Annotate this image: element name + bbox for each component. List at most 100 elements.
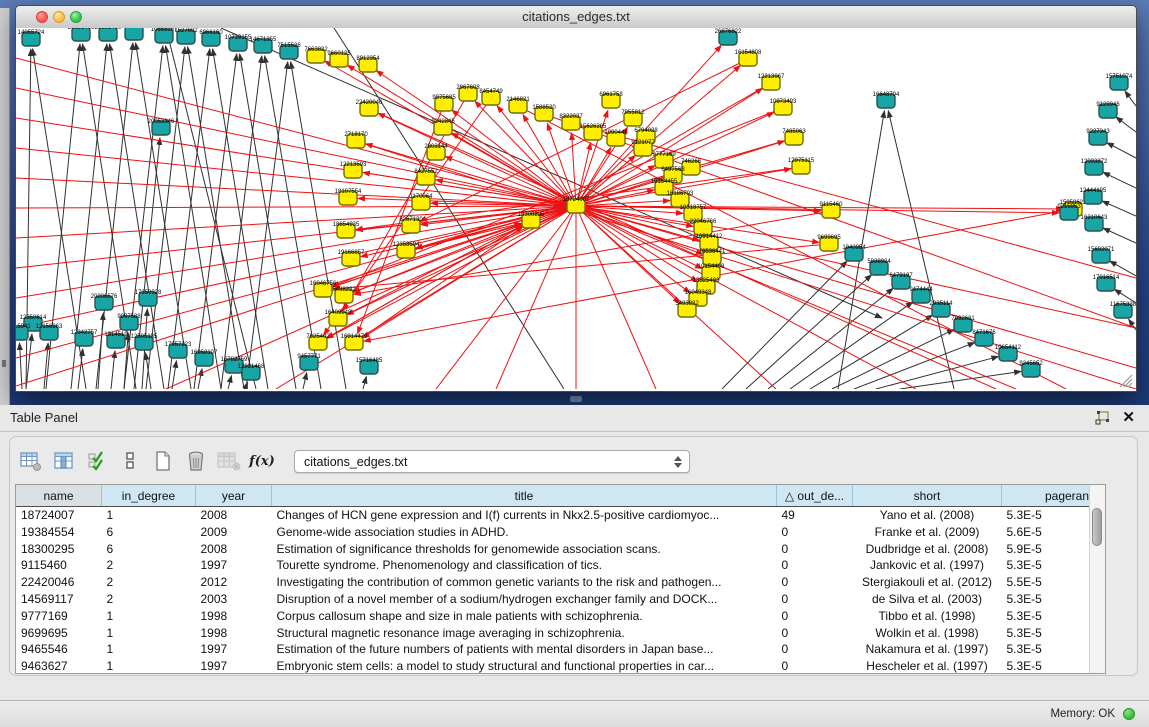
column-header-name[interactable]: name bbox=[16, 485, 102, 507]
network-node[interactable]: 15716485 bbox=[356, 358, 383, 374]
close-panel-icon[interactable]: ✕ bbox=[1122, 408, 1135, 426]
new-attribute-icon[interactable] bbox=[148, 446, 178, 476]
network-canvas[interactable]: 1872400718300295161548081221396710973493… bbox=[16, 28, 1136, 391]
network-node[interactable]: 2935114 bbox=[930, 301, 954, 317]
network-node[interactable]: 19166857 bbox=[338, 250, 365, 266]
network-node[interactable]: 12213967 bbox=[758, 74, 785, 90]
network-node[interactable]: 15751074 bbox=[1106, 74, 1133, 90]
network-node[interactable]: 8912354 bbox=[356, 56, 380, 72]
network-node[interactable]: 26876822 bbox=[715, 29, 742, 45]
network-node[interactable]: 17957223 bbox=[165, 342, 192, 358]
column-header-year[interactable]: year bbox=[196, 485, 272, 507]
network-node[interactable]: 16958107 bbox=[191, 350, 218, 366]
network-node[interactable]: 1040954 bbox=[842, 245, 866, 261]
network-node[interactable]: 12975115 bbox=[788, 158, 815, 174]
network-node[interactable]: 3915941 bbox=[16, 324, 31, 340]
network-node[interactable]: 1170064 bbox=[410, 194, 434, 210]
network-node[interactable]: 8427552 bbox=[414, 169, 438, 185]
network-node[interactable]: 9242845 bbox=[431, 119, 455, 135]
network-node[interactable]: 20891409 bbox=[95, 28, 122, 41]
network-node[interactable]: 12156863 bbox=[36, 324, 63, 340]
column-header-in_degree[interactable]: in_degree bbox=[102, 485, 196, 507]
network-node[interactable]: 9245652 bbox=[1019, 361, 1043, 377]
select-columns-icon[interactable] bbox=[49, 446, 79, 476]
network-node[interactable]: 7515526 bbox=[277, 43, 301, 59]
network-node[interactable]: 10719155 bbox=[225, 35, 252, 51]
network-node[interactable]: 5498222 bbox=[332, 287, 356, 303]
function-builder-icon[interactable]: f(x) bbox=[247, 446, 277, 476]
minimize-window-button[interactable] bbox=[53, 11, 65, 23]
network-node[interactable]: 6966160 bbox=[199, 30, 223, 46]
table-row[interactable]: 1456911722003Disruption of a novel membe… bbox=[16, 591, 1106, 608]
close-window-button[interactable] bbox=[36, 11, 48, 23]
network-node[interactable]: 9875685 bbox=[432, 95, 456, 111]
network-node[interactable]: 5938924 bbox=[867, 259, 891, 275]
network-node[interactable]: 16648794 bbox=[873, 92, 900, 108]
network-node[interactable]: 10553287 bbox=[121, 28, 148, 40]
select-attributes-icon[interactable] bbox=[82, 446, 112, 476]
network-node[interactable]: 8322037 bbox=[559, 114, 583, 130]
network-node[interactable]: 1588520 bbox=[532, 105, 556, 121]
network-node[interactable]: 10654112 bbox=[995, 345, 1022, 361]
network-graph[interactable]: 1872400718300295161548081221396710973493… bbox=[16, 28, 1136, 389]
network-node[interactable]: 16409948 bbox=[325, 310, 352, 326]
table-scrollbar[interactable] bbox=[1089, 485, 1105, 673]
table-row[interactable]: 977716911998Corpus callosum shape and si… bbox=[16, 608, 1106, 625]
network-node[interactable]: 20206576 bbox=[91, 294, 118, 310]
network-node[interactable]: 10973493 bbox=[770, 99, 797, 115]
network-node[interactable]: 16154808 bbox=[735, 50, 762, 66]
network-node[interactable]: 7485063 bbox=[782, 129, 806, 145]
float-panel-icon[interactable] bbox=[1095, 410, 1111, 426]
network-node[interactable]: 1527602 bbox=[174, 28, 198, 44]
network-node[interactable]: 6961758 bbox=[599, 92, 623, 108]
network-node[interactable]: 9457771 bbox=[297, 354, 321, 370]
network-node[interactable]: 7955812 bbox=[621, 110, 645, 126]
window-resize-grip[interactable] bbox=[1124, 379, 1132, 387]
zoom-window-button[interactable] bbox=[70, 11, 82, 23]
network-node[interactable]: 1314519 bbox=[104, 332, 128, 348]
column-header-short[interactable]: short bbox=[853, 485, 1002, 507]
network-node[interactable]: 7625402 bbox=[306, 334, 330, 350]
network-node[interactable]: 12213593 bbox=[340, 162, 367, 178]
network-node[interactable]: 9660125 bbox=[327, 51, 351, 67]
network-node[interactable]: 14055724 bbox=[18, 30, 45, 46]
network-node[interactable]: 18107554 bbox=[335, 189, 362, 205]
network-node[interactable]: 12921468 bbox=[238, 364, 265, 380]
network-node[interactable]: 2146821 bbox=[506, 97, 530, 113]
network-node[interactable]: 5493822 bbox=[675, 301, 699, 317]
network-node[interactable]: 12342757 bbox=[71, 330, 98, 346]
table-select[interactable]: citations_edges.txt bbox=[294, 450, 690, 473]
network-node[interactable]: 9097588 bbox=[117, 314, 141, 330]
delete-attribute-icon[interactable] bbox=[181, 446, 211, 476]
network-node[interactable]: 1990448 bbox=[604, 130, 628, 146]
memory-status-icon[interactable] bbox=[1123, 708, 1135, 720]
table-row[interactable]: 969969511998Structural magnetic resonanc… bbox=[16, 625, 1106, 642]
network-node[interactable]: 9115460 bbox=[820, 202, 844, 218]
panel-divider-grip[interactable] bbox=[570, 396, 582, 402]
table-row[interactable]: 946362711997Embryonic stem cells: a mode… bbox=[16, 658, 1106, 674]
network-node[interactable]: 8454749 bbox=[479, 89, 503, 105]
window-titlebar[interactable]: citations_edges.txt bbox=[16, 6, 1136, 29]
network-node[interactable]: 16914479 bbox=[341, 334, 368, 350]
network-node[interactable]: 9129946 bbox=[1096, 102, 1120, 118]
network-node[interactable]: 12353594 bbox=[393, 242, 420, 258]
table-row[interactable]: 1872400712008Changes of HCN gene express… bbox=[16, 507, 1106, 524]
network-node[interactable]: 15692071 bbox=[1088, 247, 1115, 263]
network-node[interactable]: 17359928 bbox=[135, 290, 162, 306]
network-node[interactable]: 2803144 bbox=[424, 144, 448, 160]
network-node[interactable]: 17016514 bbox=[1093, 275, 1120, 291]
network-node[interactable]: 11675338 bbox=[1110, 302, 1136, 318]
network-node[interactable]: 7663822 bbox=[304, 47, 328, 63]
table-rows-icon[interactable] bbox=[115, 446, 145, 476]
network-node[interactable]: 2967608 bbox=[456, 85, 480, 101]
table-settings-icon[interactable] bbox=[16, 446, 46, 476]
table-scrollbar-thumb[interactable] bbox=[1092, 508, 1102, 546]
table-row[interactable]: 911546021997Tourette syndrome. Phenomeno… bbox=[16, 557, 1106, 574]
network-node[interactable]: 20053346 bbox=[148, 119, 175, 135]
network-node[interactable]: 9777169 bbox=[652, 152, 676, 168]
window-resize-grip[interactable] bbox=[1128, 383, 1132, 387]
column-header-out_de[interactable]: △ out_de... bbox=[777, 485, 853, 507]
network-node[interactable]: 9227343 bbox=[1086, 129, 1110, 145]
network-node[interactable]: 8471676 bbox=[972, 330, 996, 346]
column-header-title[interactable]: title bbox=[272, 485, 777, 507]
